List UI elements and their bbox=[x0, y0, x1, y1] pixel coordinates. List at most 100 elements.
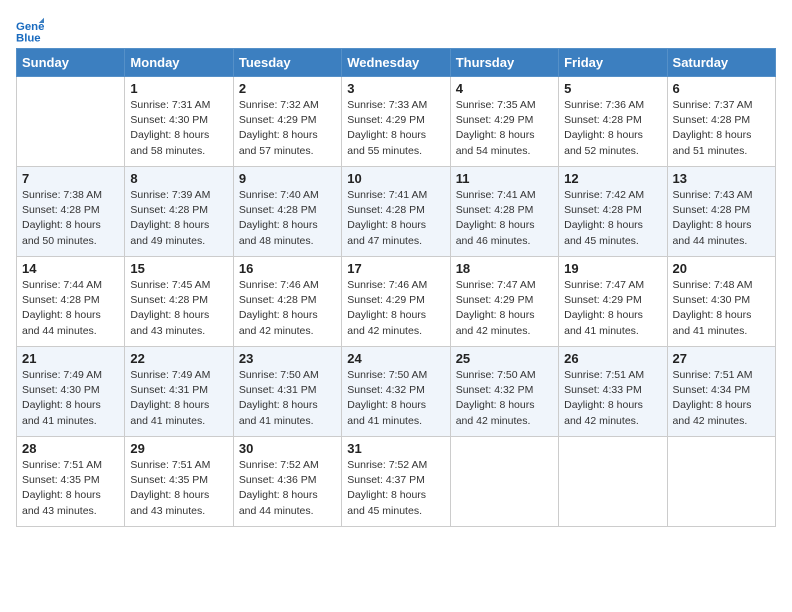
calendar-cell: 2Sunrise: 7:32 AMSunset: 4:29 PMDaylight… bbox=[233, 77, 341, 167]
calendar-cell: 20Sunrise: 7:48 AMSunset: 4:30 PMDayligh… bbox=[667, 257, 775, 347]
calendar-cell: 18 Sunrise: 7:47 AMSunset: 4:29 PMDayligh… bbox=[450, 257, 558, 347]
calendar-cell bbox=[450, 437, 558, 527]
header-day-tuesday: Tuesday bbox=[233, 49, 341, 77]
calendar-cell: 10 Sunrise: 7:41 AMSunset: 4:28 PMDayligh… bbox=[342, 167, 450, 257]
day-info: Sunrise: 7:43 AMSunset: 4:28 PMDaylight:… bbox=[673, 188, 770, 249]
day-number: 16 bbox=[239, 261, 336, 276]
day-info: Sunrise: 7:40 AMSunset: 4:28 PMDaylight:… bbox=[239, 188, 336, 249]
calendar-table: SundayMondayTuesdayWednesdayThursdayFrid… bbox=[16, 48, 776, 527]
day-info: Sunrise: 7:49 AMSunset: 4:31 PMDaylight:… bbox=[130, 368, 227, 429]
calendar-cell: 19 Sunrise: 7:47 AMSunset: 4:29 PMDayligh… bbox=[559, 257, 667, 347]
calendar-cell: 23 Sunrise: 7:50 AMSunset: 4:31 PMDayligh… bbox=[233, 347, 341, 437]
day-info: Sunrise: 7:41 AMSunset: 4:28 PMDaylight:… bbox=[347, 188, 444, 249]
day-info: Sunrise: 7:36 AMSunset: 4:28 PMDaylight:… bbox=[564, 98, 661, 159]
day-info: Sunrise: 7:47 AMSunset: 4:29 PMDaylight:… bbox=[456, 278, 553, 339]
day-number: 1 bbox=[130, 81, 227, 96]
calendar-header-row: SundayMondayTuesdayWednesdayThursdayFrid… bbox=[17, 49, 776, 77]
calendar-cell: 22 Sunrise: 7:49 AMSunset: 4:31 PMDayligh… bbox=[125, 347, 233, 437]
day-info: Sunrise: 7:31 AMSunset: 4:30 PMDaylight:… bbox=[130, 98, 227, 159]
day-info: Sunrise: 7:38 AMSunset: 4:28 PMDaylight:… bbox=[22, 188, 119, 249]
day-info: Sunrise: 7:37 AMSunset: 4:28 PMDaylight:… bbox=[673, 98, 770, 159]
day-number: 15 bbox=[130, 261, 227, 276]
day-number: 8 bbox=[130, 171, 227, 186]
week-row-5: 28 Sunrise: 7:51 AMSunset: 4:35 PMDayligh… bbox=[17, 437, 776, 527]
day-number: 28 bbox=[22, 441, 119, 456]
week-row-2: 7 Sunrise: 7:38 AMSunset: 4:28 PMDaylight… bbox=[17, 167, 776, 257]
day-number: 17 bbox=[347, 261, 444, 276]
day-info: Sunrise: 7:50 AMSunset: 4:31 PMDaylight:… bbox=[239, 368, 336, 429]
day-info: Sunrise: 7:51 AMSunset: 4:34 PMDaylight:… bbox=[673, 368, 770, 429]
day-number: 30 bbox=[239, 441, 336, 456]
day-info: Sunrise: 7:47 AMSunset: 4:29 PMDaylight:… bbox=[564, 278, 661, 339]
header-day-sunday: Sunday bbox=[17, 49, 125, 77]
calendar-cell bbox=[559, 437, 667, 527]
calendar-cell: 16 Sunrise: 7:46 AMSunset: 4:28 PMDayligh… bbox=[233, 257, 341, 347]
logo-icon: General Blue bbox=[16, 16, 44, 44]
day-info: Sunrise: 7:45 AMSunset: 4:28 PMDaylight:… bbox=[130, 278, 227, 339]
calendar-cell: 9 Sunrise: 7:40 AMSunset: 4:28 PMDaylight… bbox=[233, 167, 341, 257]
calendar-cell: 6Sunrise: 7:37 AMSunset: 4:28 PMDaylight… bbox=[667, 77, 775, 167]
day-info: Sunrise: 7:52 AMSunset: 4:36 PMDaylight:… bbox=[239, 458, 336, 519]
calendar-cell: 28 Sunrise: 7:51 AMSunset: 4:35 PMDayligh… bbox=[17, 437, 125, 527]
day-number: 5 bbox=[564, 81, 661, 96]
day-info: Sunrise: 7:39 AMSunset: 4:28 PMDaylight:… bbox=[130, 188, 227, 249]
day-number: 18 bbox=[456, 261, 553, 276]
day-number: 10 bbox=[347, 171, 444, 186]
calendar-cell: 17Sunrise: 7:46 AMSunset: 4:29 PMDayligh… bbox=[342, 257, 450, 347]
day-number: 7 bbox=[22, 171, 119, 186]
week-row-3: 14Sunrise: 7:44 AMSunset: 4:28 PMDayligh… bbox=[17, 257, 776, 347]
day-info: Sunrise: 7:33 AMSunset: 4:29 PMDaylight:… bbox=[347, 98, 444, 159]
day-number: 2 bbox=[239, 81, 336, 96]
header-day-monday: Monday bbox=[125, 49, 233, 77]
calendar-cell: 30 Sunrise: 7:52 AMSunset: 4:36 PMDayligh… bbox=[233, 437, 341, 527]
day-info: Sunrise: 7:49 AMSunset: 4:30 PMDaylight:… bbox=[22, 368, 119, 429]
calendar-cell: 31 Sunrise: 7:52 AMSunset: 4:37 PMDayligh… bbox=[342, 437, 450, 527]
day-number: 24 bbox=[347, 351, 444, 366]
day-info: Sunrise: 7:35 AMSunset: 4:29 PMDaylight:… bbox=[456, 98, 553, 159]
calendar-cell bbox=[667, 437, 775, 527]
calendar-cell: 12 Sunrise: 7:42 AMSunset: 4:28 PMDayligh… bbox=[559, 167, 667, 257]
day-number: 13 bbox=[673, 171, 770, 186]
day-number: 25 bbox=[456, 351, 553, 366]
day-number: 11 bbox=[456, 171, 553, 186]
day-number: 27 bbox=[673, 351, 770, 366]
svg-text:Blue: Blue bbox=[16, 32, 41, 44]
week-row-1: 1 Sunrise: 7:31 AMSunset: 4:30 PMDaylight… bbox=[17, 77, 776, 167]
header-day-wednesday: Wednesday bbox=[342, 49, 450, 77]
day-number: 29 bbox=[130, 441, 227, 456]
logo: General Blue bbox=[16, 16, 48, 44]
day-number: 31 bbox=[347, 441, 444, 456]
day-info: Sunrise: 7:50 AMSunset: 4:32 PMDaylight:… bbox=[347, 368, 444, 429]
calendar-cell: 3 Sunrise: 7:33 AMSunset: 4:29 PMDaylight… bbox=[342, 77, 450, 167]
day-info: Sunrise: 7:51 AMSunset: 4:33 PMDaylight:… bbox=[564, 368, 661, 429]
calendar-cell bbox=[17, 77, 125, 167]
day-info: Sunrise: 7:51 AMSunset: 4:35 PMDaylight:… bbox=[22, 458, 119, 519]
day-number: 19 bbox=[564, 261, 661, 276]
calendar-cell: 11 Sunrise: 7:41 AMSunset: 4:28 PMDayligh… bbox=[450, 167, 558, 257]
header-day-saturday: Saturday bbox=[667, 49, 775, 77]
day-number: 20 bbox=[673, 261, 770, 276]
day-number: 22 bbox=[130, 351, 227, 366]
day-number: 4 bbox=[456, 81, 553, 96]
day-info: Sunrise: 7:42 AMSunset: 4:28 PMDaylight:… bbox=[564, 188, 661, 249]
day-info: Sunrise: 7:41 AMSunset: 4:28 PMDaylight:… bbox=[456, 188, 553, 249]
calendar-cell: 13 Sunrise: 7:43 AMSunset: 4:28 PMDayligh… bbox=[667, 167, 775, 257]
day-number: 26 bbox=[564, 351, 661, 366]
calendar-cell: 25Sunrise: 7:50 AMSunset: 4:32 PMDayligh… bbox=[450, 347, 558, 437]
day-info: Sunrise: 7:52 AMSunset: 4:37 PMDaylight:… bbox=[347, 458, 444, 519]
day-number: 3 bbox=[347, 81, 444, 96]
day-number: 9 bbox=[239, 171, 336, 186]
calendar-cell: 21 Sunrise: 7:49 AMSunset: 4:30 PMDayligh… bbox=[17, 347, 125, 437]
day-number: 21 bbox=[22, 351, 119, 366]
day-info: Sunrise: 7:46 AMSunset: 4:28 PMDaylight:… bbox=[239, 278, 336, 339]
calendar-cell: 15 Sunrise: 7:45 AMSunset: 4:28 PMDayligh… bbox=[125, 257, 233, 347]
day-number: 23 bbox=[239, 351, 336, 366]
calendar-cell: 1 Sunrise: 7:31 AMSunset: 4:30 PMDaylight… bbox=[125, 77, 233, 167]
header-day-thursday: Thursday bbox=[450, 49, 558, 77]
calendar-cell: 5 Sunrise: 7:36 AMSunset: 4:28 PMDaylight… bbox=[559, 77, 667, 167]
week-row-4: 21 Sunrise: 7:49 AMSunset: 4:30 PMDayligh… bbox=[17, 347, 776, 437]
calendar-cell: 14Sunrise: 7:44 AMSunset: 4:28 PMDayligh… bbox=[17, 257, 125, 347]
calendar-cell: 26 Sunrise: 7:51 AMSunset: 4:33 PMDayligh… bbox=[559, 347, 667, 437]
day-number: 12 bbox=[564, 171, 661, 186]
page-header: General Blue bbox=[16, 16, 776, 44]
